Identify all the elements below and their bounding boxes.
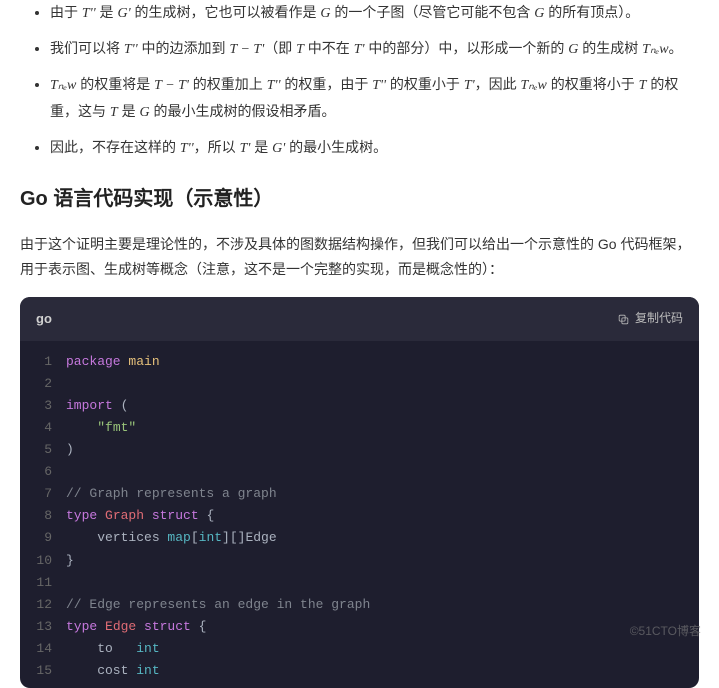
code-header: go 复制代码 bbox=[20, 297, 699, 340]
code-body: 123456789101112131415 package main impor… bbox=[20, 341, 699, 688]
bullet-item: 因此，不存在这样的 T''，所以 T' 是 G' 的最小生成树。 bbox=[50, 135, 699, 161]
copy-label: 复制代码 bbox=[635, 308, 683, 330]
bullet-list: 由于 T'' 是 G' 的生成树，它也可以被看作是 G 的一个子图（尽管它可能不… bbox=[20, 0, 699, 161]
code-lines: package main import ( "fmt") // Graph re… bbox=[66, 351, 699, 682]
copy-icon bbox=[617, 313, 630, 326]
lead-paragraph: 由于这个证明主要是理论性的，不涉及具体的图数据结构操作，但我们可以给出一个示意性… bbox=[20, 232, 699, 282]
section-heading: Go 语言代码实现（示意性） bbox=[20, 181, 699, 217]
watermark: ©51CTO博客 bbox=[630, 621, 701, 643]
bullet-item: Tₙₑw 的权重将是 T − T' 的权重加上 T'' 的权重，由于 T'' 的… bbox=[50, 72, 699, 124]
line-gutter: 123456789101112131415 bbox=[20, 351, 66, 682]
copy-code-button[interactable]: 复制代码 bbox=[617, 308, 683, 330]
code-block: go 复制代码 123456789101112131415 package ma… bbox=[20, 297, 699, 688]
bullet-item: 我们可以将 T'' 中的边添加到 T − T'（即 T 中不在 T' 中的部分）… bbox=[50, 36, 699, 62]
bullet-item: 由于 T'' 是 G' 的生成树，它也可以被看作是 G 的一个子图（尽管它可能不… bbox=[50, 0, 699, 26]
code-language-label: go bbox=[36, 307, 52, 330]
